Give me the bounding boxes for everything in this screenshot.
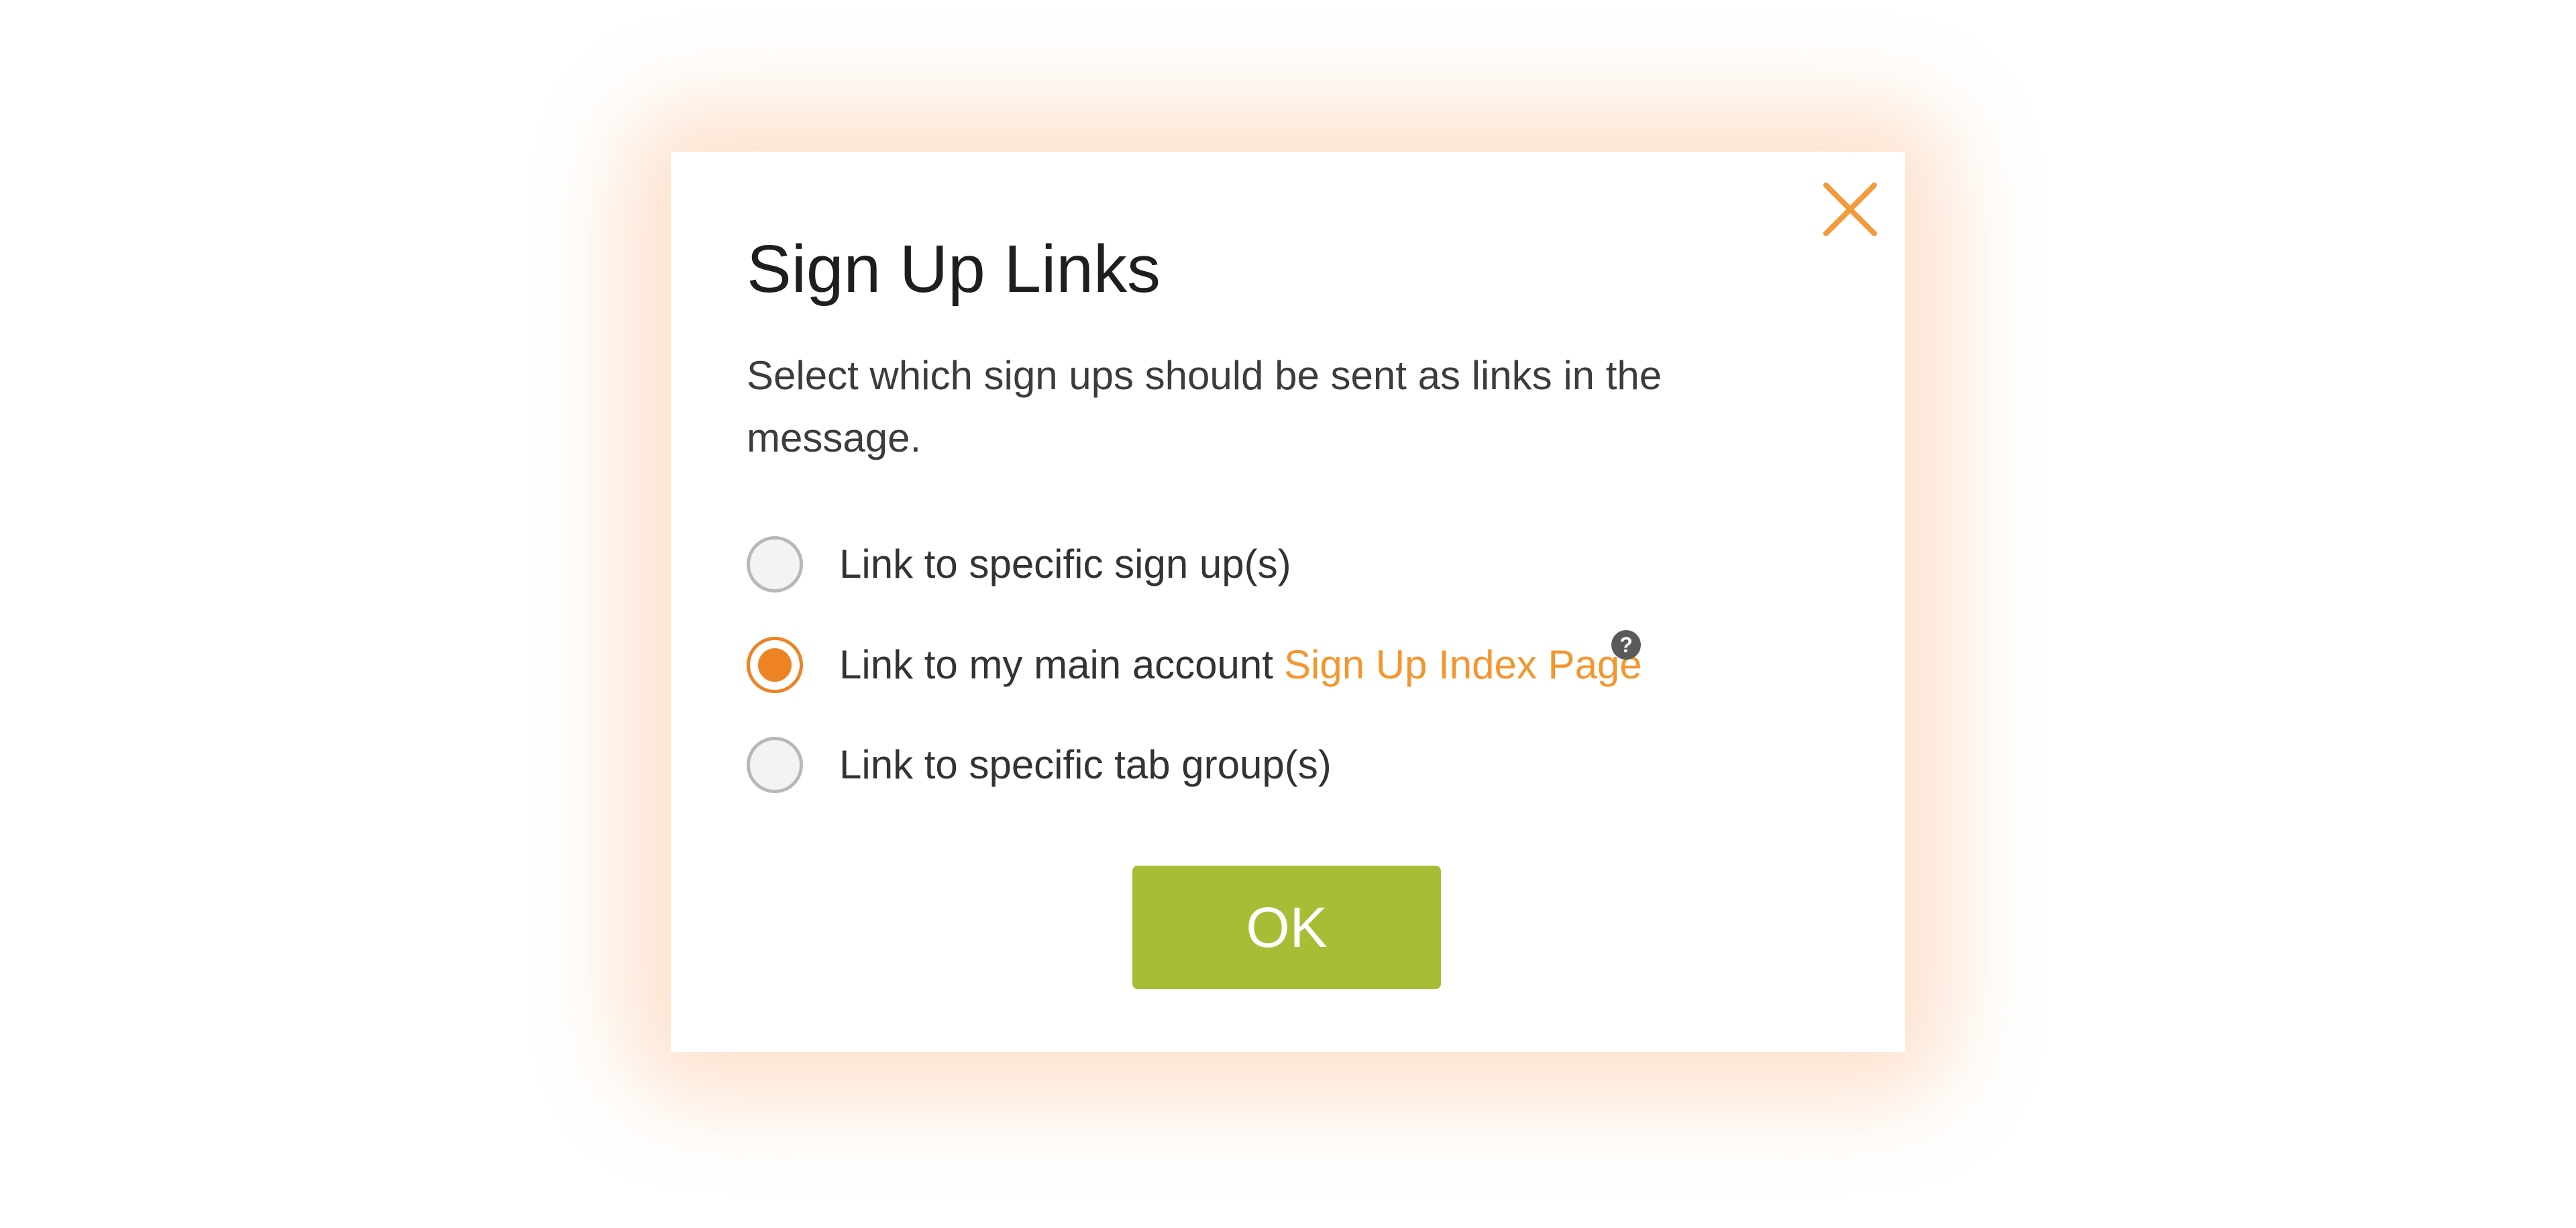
option-specific-sign-ups[interactable]: Link to specific sign up(s) (747, 532, 1291, 597)
option-main-account[interactable]: Link to my main account Sign Up Index Pa… (747, 633, 1642, 697)
option-label: Link to specific tab group(s) (839, 742, 1332, 787)
ok-button[interactable]: OK (1132, 866, 1441, 989)
sign-up-index-page-link[interactable]: Sign Up Index Page (1284, 645, 1642, 685)
option-label: Link to specific sign up(s) (839, 542, 1291, 586)
close-button[interactable] (1817, 176, 1884, 243)
radio-main-account[interactable] (747, 637, 803, 693)
option-label: Link to my main account (839, 642, 1273, 687)
option-specific-tab-groups[interactable]: Link to specific tab group(s) (747, 733, 1332, 797)
dialog-description: Select which sign ups should be sent as … (747, 353, 1662, 460)
question-mark-icon[interactable]: ? (1611, 630, 1641, 660)
dialog-title: Sign Up Links (747, 232, 1161, 307)
radio-specific-tab-groups[interactable] (747, 737, 803, 793)
sign-up-links-dialog: Sign Up Links Select which sign ups shou… (671, 152, 1905, 1052)
radio-specific-sign-ups[interactable] (747, 536, 803, 593)
close-icon (1823, 183, 1877, 236)
